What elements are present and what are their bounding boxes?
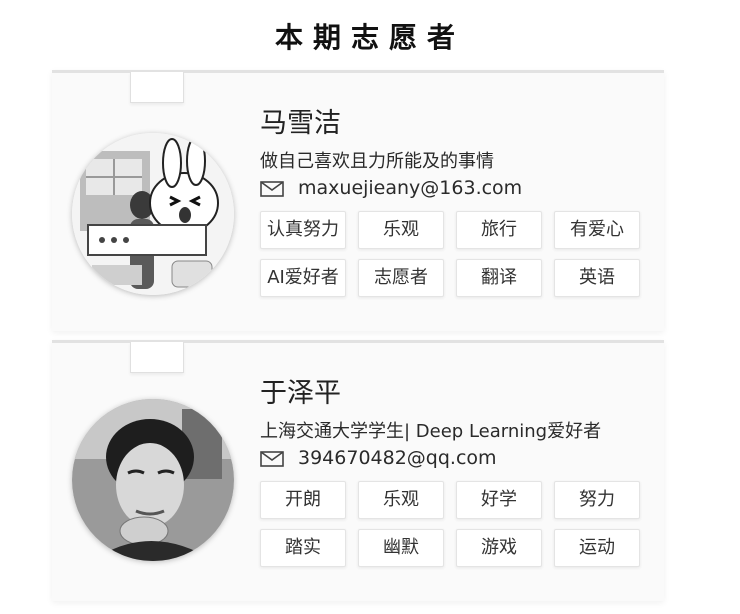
tag: 好学 (456, 481, 542, 519)
volunteer-tagline: 上海交通大学学生| Deep Learning爱好者 (260, 421, 602, 442)
tag: 努力 (554, 481, 640, 519)
volunteer-card: 于泽平 上海交通大学学生| Deep Learning爱好者 394670482… (52, 340, 664, 601)
avatar (72, 399, 234, 561)
volunteer-email[interactable]: 394670482@qq.com (298, 447, 497, 469)
avatar-photo-2 (72, 399, 234, 561)
tag: 游戏 (456, 529, 542, 567)
volunteer-tagline: 做自己喜欢且力所能及的事情 (260, 151, 494, 172)
tag: 旅行 (456, 211, 542, 249)
volunteer-name: 于泽平 (260, 378, 341, 409)
tag: 翻译 (456, 259, 542, 297)
page-title: 本期志愿者 (274, 21, 465, 54)
tag: 运动 (554, 529, 640, 567)
tag: 有爱心 (554, 211, 640, 249)
tag: 踏实 (260, 529, 346, 567)
tag: 志愿者 (358, 259, 444, 297)
email-row: maxuejieany@163.com (260, 177, 522, 199)
mail-icon (260, 450, 284, 467)
card-tab (130, 72, 184, 103)
avatar-photo-1 (72, 133, 234, 295)
volunteer-card: 马雪洁 做自己喜欢且力所能及的事情 maxuejieany@163.com 认真… (52, 70, 664, 331)
tag: 英语 (554, 259, 640, 297)
tag: 认真努力 (260, 211, 346, 249)
card-tab (130, 342, 184, 373)
mail-icon (260, 180, 284, 197)
tag: 乐观 (358, 211, 444, 249)
volunteer-name: 马雪洁 (260, 108, 341, 139)
tag: 开朗 (260, 481, 346, 519)
tag: 幽默 (358, 529, 444, 567)
email-row: 394670482@qq.com (260, 447, 497, 469)
avatar (72, 133, 234, 295)
tag: 乐观 (358, 481, 444, 519)
tag: AI爱好者 (260, 259, 346, 297)
volunteer-email[interactable]: maxuejieany@163.com (298, 177, 522, 199)
